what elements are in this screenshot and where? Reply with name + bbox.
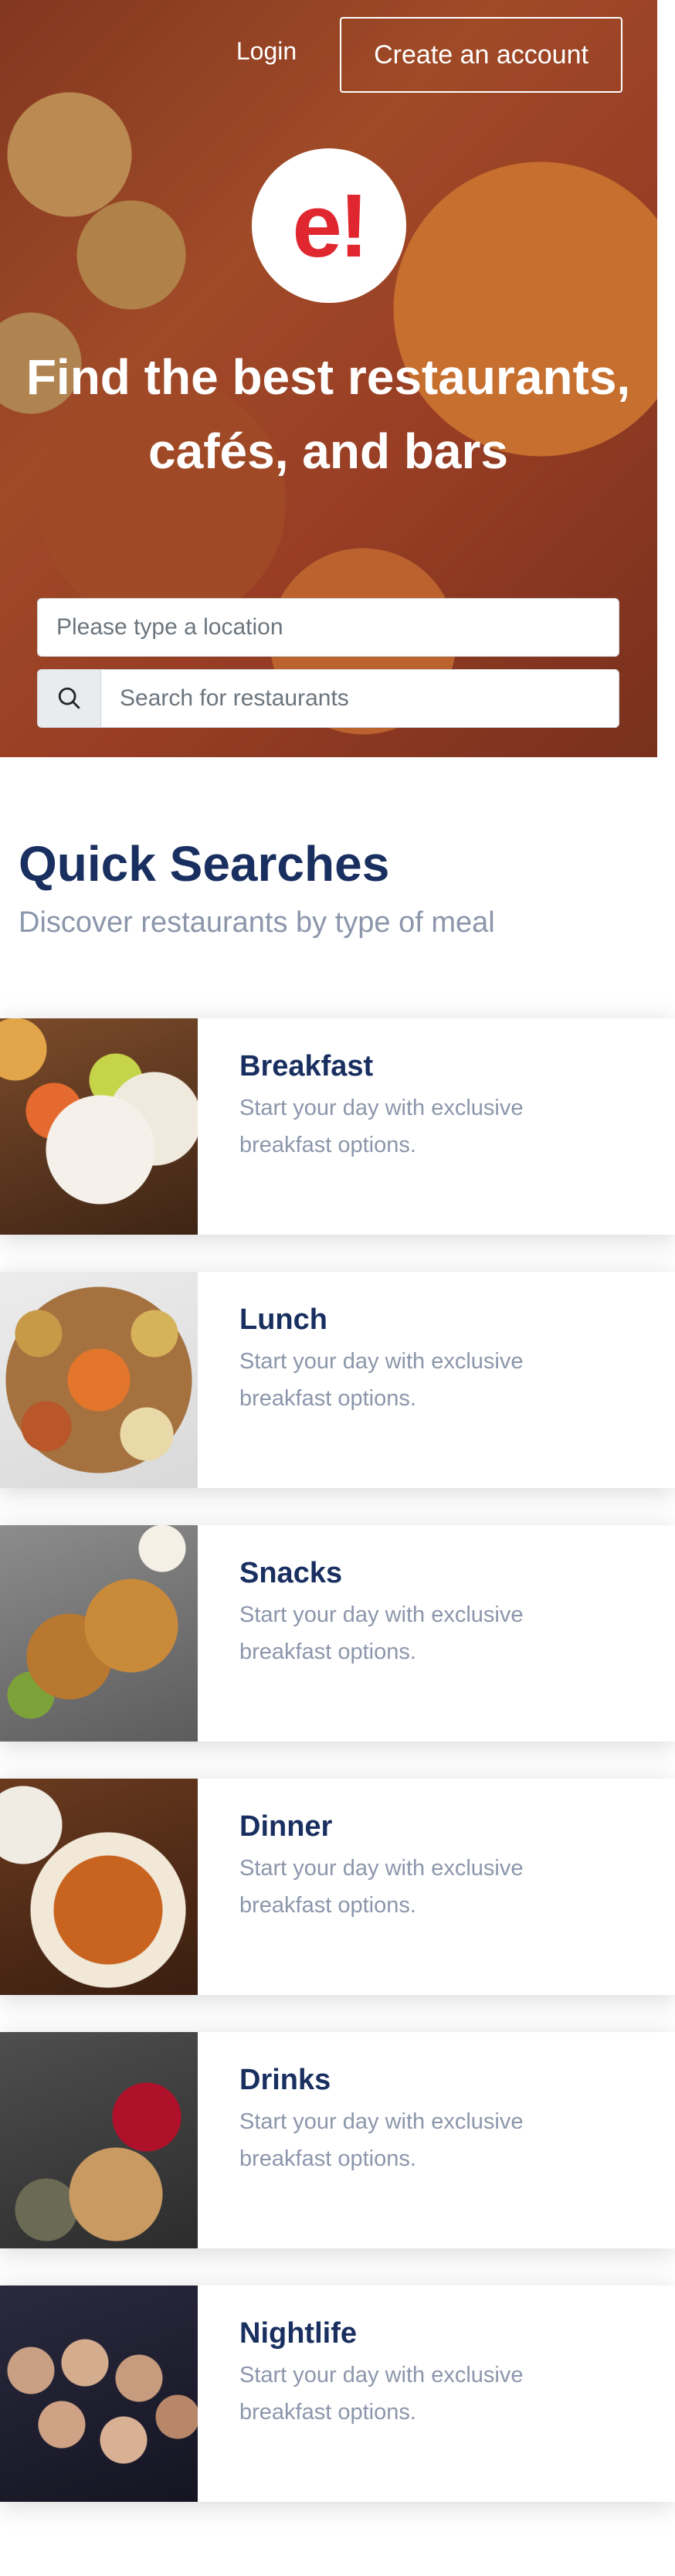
meal-card-title: Lunch (239, 1303, 327, 1336)
meal-card-title: Dinner (239, 1810, 333, 1843)
meal-card-nightlife[interactable]: Nightlife Start your day with exclusive … (0, 2285, 675, 2502)
meal-card-snacks[interactable]: Snacks Start your day with exclusive bre… (0, 1525, 675, 1742)
meal-card-title: Breakfast (239, 1050, 374, 1082)
meal-card-description: Start your day with exclusive breakfast … (239, 1349, 524, 1411)
meal-card-description: Start your day with exclusive breakfast … (239, 1856, 524, 1918)
hero-title: Find the best restaurants, cafés, and ba… (25, 349, 631, 479)
meal-card-title: Nightlife (239, 2317, 357, 2350)
snacks-image (0, 1525, 198, 1742)
create-account-button[interactable]: Create an account (340, 17, 622, 93)
meal-card-description: Start your day with exclusive breakfast … (239, 1602, 524, 1664)
breakfast-image (0, 1018, 198, 1235)
dinner-image (0, 1779, 198, 1995)
meal-card-description: Start your day with exclusive breakfast … (239, 2109, 524, 2171)
logo-text: e! (292, 175, 368, 276)
restaurant-search-group (37, 669, 619, 728)
meal-card-description: Start your day with exclusive breakfast … (239, 2363, 524, 2425)
meal-card-title: Drinks (239, 2064, 331, 2096)
meal-card-dinner[interactable]: Dinner Start your day with exclusive bre… (0, 1779, 675, 1995)
restaurant-search-input[interactable] (101, 670, 619, 727)
drinks-image (0, 2032, 198, 2248)
logo: e! (252, 148, 406, 303)
hero-banner: Login Create an account e! Find the best… (0, 0, 657, 757)
meal-card-drinks[interactable]: Drinks Start your day with exclusive bre… (0, 2032, 675, 2248)
search-icon[interactable] (38, 670, 101, 727)
lunch-image (0, 1272, 198, 1488)
meal-card-description: Start your day with exclusive breakfast … (239, 1096, 524, 1157)
quick-searches-heading: Quick Searches (19, 836, 390, 892)
login-link[interactable]: Login (224, 32, 309, 70)
nightlife-image (0, 2285, 198, 2502)
location-input[interactable] (37, 598, 619, 657)
meal-card-title: Snacks (239, 1557, 343, 1589)
meal-card-lunch[interactable]: Lunch Start your day with exclusive brea… (0, 1272, 675, 1488)
meal-card-breakfast[interactable]: Breakfast Start your day with exclusive … (0, 1018, 675, 1235)
quick-searches-subheading: Discover restaurants by type of meal (19, 906, 495, 939)
